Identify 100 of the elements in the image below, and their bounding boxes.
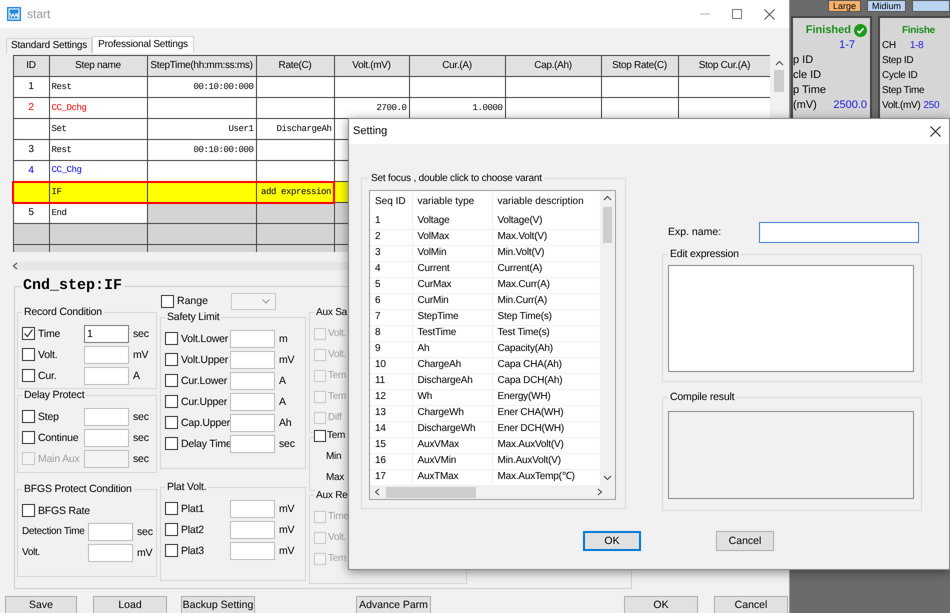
input-field[interactable]: [84, 450, 129, 468]
column-header[interactable]: ID: [13, 56, 49, 76]
scrollbar[interactable]: [370, 485, 615, 499]
scrollbar[interactable]: [600, 191, 615, 485]
scroll-up-icon[interactable]: [774, 60, 784, 66]
input-field[interactable]: [84, 428, 129, 446]
input-field[interactable]: [230, 372, 275, 390]
input-field[interactable]: [230, 330, 275, 348]
input-field[interactable]: [230, 350, 275, 368]
checkbox[interactable]: [165, 416, 178, 429]
table-cell: 5: [13, 202, 49, 224]
input-field[interactable]: [230, 414, 275, 432]
close-icon[interactable]: [930, 126, 941, 137]
checkbox-label: BFGS Rate: [38, 504, 90, 518]
table-cell: Rest: [49, 140, 147, 160]
checkbox[interactable]: [165, 523, 178, 536]
checkbox[interactable]: [22, 369, 35, 382]
close-icon[interactable]: [764, 8, 775, 20]
checkbox[interactable]: [165, 437, 178, 450]
checkbox[interactable]: [22, 410, 35, 423]
column-header[interactable]: Volt.(mV): [334, 56, 409, 76]
button[interactable]: OK: [624, 596, 698, 613]
checkbox[interactable]: [314, 430, 326, 442]
checkbox-label: Cur.: [38, 368, 58, 382]
checkbox-label: Plat3: [181, 544, 205, 558]
checkbox[interactable]: [165, 502, 178, 515]
checkbox[interactable]: [22, 431, 35, 444]
button[interactable]: Save: [5, 596, 77, 613]
checkbox[interactable]: [22, 327, 35, 340]
checkbox[interactable]: [22, 348, 35, 361]
button[interactable]: OK: [583, 531, 641, 551]
tab[interactable]: Standard Settings: [6, 38, 92, 53]
button[interactable]: Advance Parm: [356, 596, 431, 613]
unit-label: sec: [133, 452, 149, 466]
input-field[interactable]: [84, 408, 129, 426]
unit-label: mV: [279, 352, 294, 366]
field-label: Exp. name:: [667, 226, 722, 239]
scroll-left-icon[interactable]: [374, 488, 380, 496]
checkbox[interactable]: [165, 353, 178, 366]
field-value: 250: [923, 100, 940, 112]
checkbox[interactable]: [165, 374, 178, 387]
unit-label: mV: [279, 544, 294, 558]
scroll-thumb[interactable]: [386, 486, 476, 498]
column-header[interactable]: Stop Rate(C): [601, 56, 678, 76]
checkbox[interactable]: [22, 504, 35, 517]
button[interactable]: Load: [93, 596, 167, 613]
status-label: Finishe: [902, 24, 935, 36]
input-field[interactable]: [230, 520, 275, 538]
button[interactable]: Cancel: [714, 596, 788, 613]
table-cell: 1.0000: [409, 98, 505, 118]
checkbox[interactable]: [165, 544, 178, 557]
scroll-left-icon[interactable]: [12, 262, 18, 270]
scroll-thumb[interactable]: [774, 70, 784, 92]
input-field[interactable]: [230, 500, 275, 518]
checkbox-label: Time: [328, 510, 349, 524]
input-field[interactable]: 1: [84, 324, 129, 342]
column-header[interactable]: Stop Cur.(A): [678, 56, 770, 76]
field-label: cle ID: [793, 68, 822, 82]
scroll-down-icon[interactable]: [603, 475, 612, 481]
field-label: Volt.(mV): [882, 100, 920, 112]
input-field[interactable]: [230, 542, 275, 560]
column-header[interactable]: StepTime(hh:mm:ss:ms): [147, 56, 256, 76]
scroll-up-icon[interactable]: [603, 195, 612, 201]
field-label: Volt.: [22, 546, 41, 560]
view-button[interactable]: Midium: [867, 0, 906, 12]
view-button[interactable]: [912, 0, 950, 12]
column-header[interactable]: Cur.(A): [409, 56, 505, 76]
button[interactable]: Backup Setting: [181, 596, 255, 613]
column-header[interactable]: Cap.(Ah): [505, 56, 601, 76]
table-cell: 3: [370, 245, 412, 261]
column-header[interactable]: Rate(C): [256, 56, 334, 76]
panel-title: Cnd_step:IF: [21, 277, 124, 295]
scroll-thumb[interactable]: [603, 207, 612, 243]
column-header[interactable]: Step name: [49, 56, 147, 76]
tab[interactable]: Professional Settings: [92, 36, 194, 53]
scrollbar[interactable]: [12, 262, 348, 270]
group-title: Delay Protect: [22, 389, 86, 402]
view-button[interactable]: Large: [828, 0, 862, 12]
checkbox[interactable]: [165, 332, 178, 345]
input-field[interactable]: [84, 366, 129, 384]
column-header[interactable]: Seq ID: [370, 191, 412, 213]
status-label: Finished: [806, 24, 851, 38]
maximize-icon[interactable]: [732, 9, 742, 19]
button[interactable]: Cancel: [716, 531, 774, 551]
input-field[interactable]: [759, 222, 919, 243]
checkbox[interactable]: [165, 395, 178, 408]
checkbox[interactable]: [161, 294, 174, 308]
column-header[interactable]: variable type: [412, 191, 492, 213]
input-field[interactable]: [230, 434, 275, 452]
field-label: (mV): [793, 98, 817, 112]
table-cell: 4: [370, 261, 412, 277]
table-cell: add expression: [256, 182, 334, 202]
scroll-right-icon[interactable]: [597, 488, 603, 496]
expression-field[interactable]: [668, 265, 914, 372]
input-field[interactable]: [88, 544, 133, 562]
table-cell: 9: [370, 341, 412, 357]
input-field[interactable]: [88, 522, 133, 540]
input-field[interactable]: [84, 346, 129, 364]
input-field[interactable]: [230, 392, 275, 410]
dropdown[interactable]: [230, 292, 276, 310]
